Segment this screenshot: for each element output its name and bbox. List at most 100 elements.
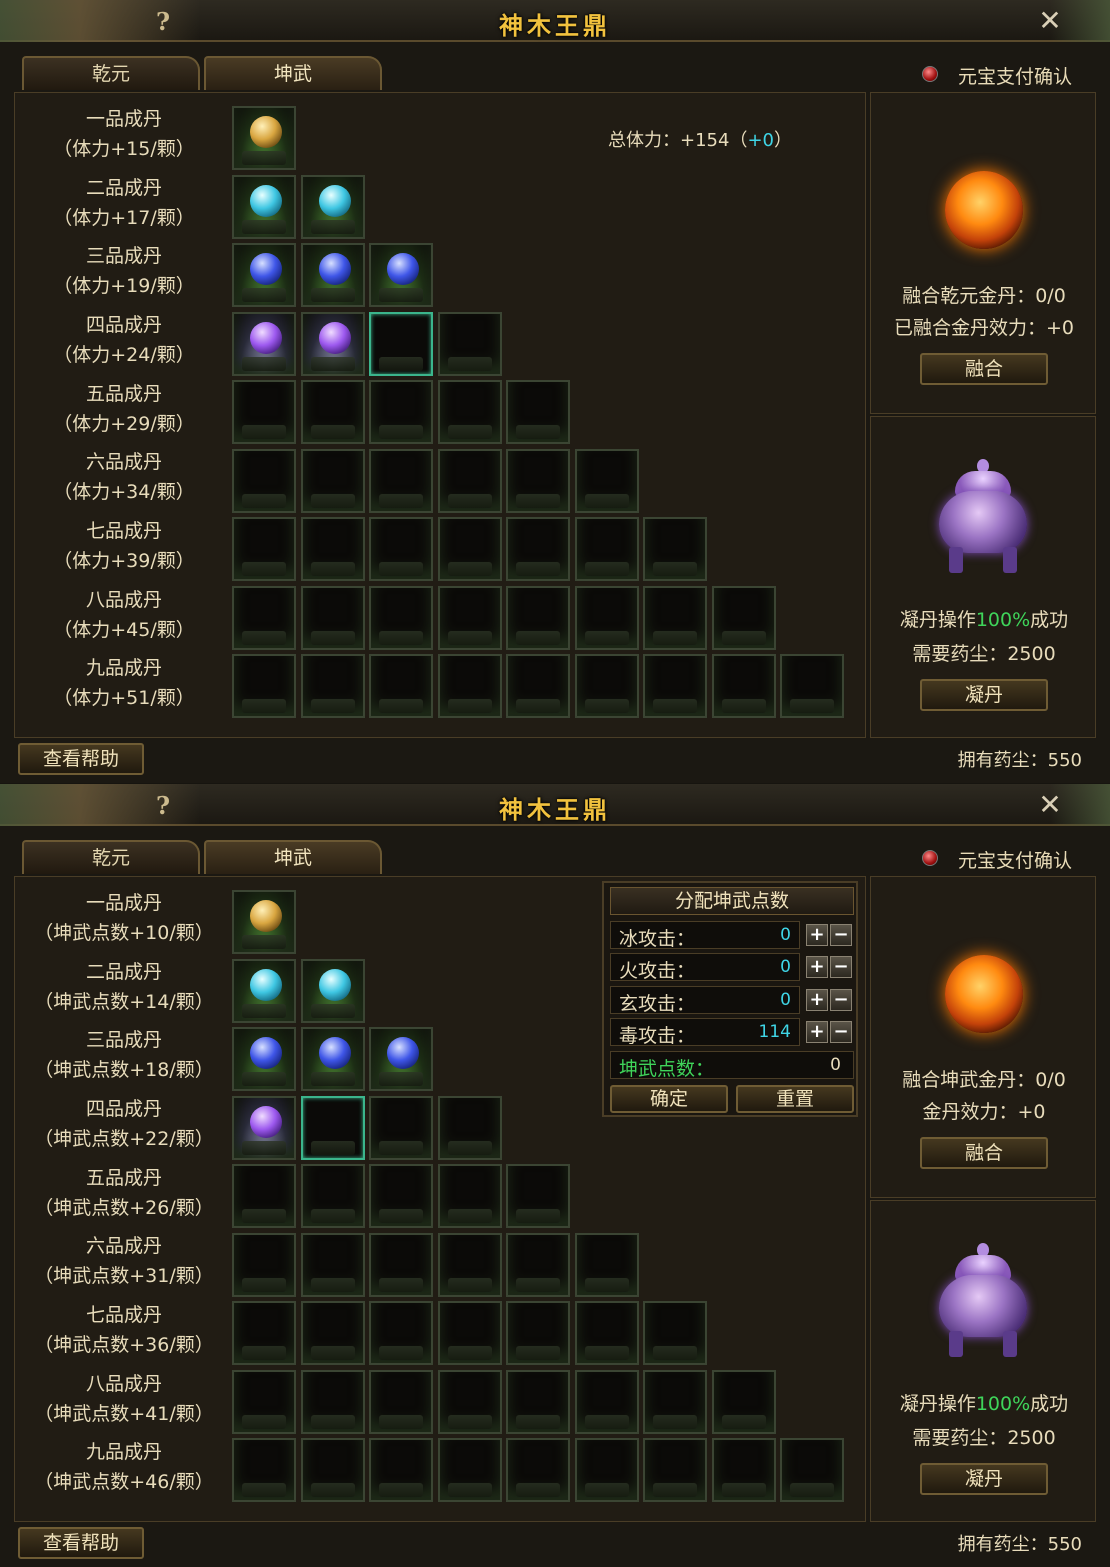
pill-slot[interactable]	[300, 654, 365, 718]
pill-slot[interactable]	[506, 1301, 570, 1365]
pill-slot[interactable]	[300, 585, 365, 650]
pill-slot[interactable]	[506, 1232, 570, 1297]
pill-slot[interactable]	[574, 1438, 639, 1502]
pill-slot[interactable]	[300, 243, 365, 307]
pill-slot[interactable]	[232, 1369, 296, 1434]
pill-slot[interactable]	[232, 958, 296, 1023]
pill-slot[interactable]	[437, 517, 502, 581]
pill-slot[interactable]	[300, 380, 365, 444]
pill-slot[interactable]	[300, 1438, 365, 1502]
pay-confirm-label[interactable]: 元宝支付确认	[958, 62, 1072, 89]
pill-slot[interactable]	[506, 380, 570, 444]
view-help-button[interactable]: 查看帮助	[18, 743, 144, 775]
minus-button[interactable]: −	[830, 924, 852, 946]
pill-slot[interactable]	[369, 1095, 433, 1160]
fuse-button[interactable]: 融合	[920, 1137, 1048, 1169]
tab-qianyuan[interactable]: 乾元	[22, 56, 200, 90]
close-icon[interactable]: ✕	[1034, 6, 1066, 38]
pill-slot[interactable]	[232, 585, 296, 650]
condense-button[interactable]: 凝丹	[920, 1463, 1048, 1495]
pill-slot[interactable]	[369, 1438, 433, 1502]
pill-slot[interactable]	[369, 380, 433, 444]
pill-slot[interactable]	[437, 1095, 502, 1160]
pill-slot[interactable]	[506, 448, 570, 513]
pill-slot[interactable]	[232, 654, 296, 718]
minus-button[interactable]: −	[830, 989, 852, 1011]
pill-slot[interactable]	[643, 585, 707, 650]
pill-slot[interactable]	[574, 517, 639, 581]
pill-slot[interactable]	[437, 585, 502, 650]
pill-slot[interactable]	[437, 1301, 502, 1365]
pill-slot[interactable]	[369, 311, 433, 376]
pill-slot[interactable]	[300, 958, 365, 1023]
pill-slot[interactable]	[300, 1369, 365, 1434]
pill-slot[interactable]	[711, 654, 776, 718]
pill-slot[interactable]	[437, 654, 502, 718]
pay-confirm-radio-icon[interactable]	[922, 66, 938, 82]
pill-slot[interactable]	[300, 1232, 365, 1297]
pill-slot[interactable]	[300, 448, 365, 513]
pill-slot[interactable]	[232, 448, 296, 513]
plus-button[interactable]: +	[806, 989, 828, 1011]
tab-kunwu[interactable]: 坤武	[204, 840, 382, 874]
pill-slot[interactable]	[506, 517, 570, 581]
tab-kunwu[interactable]: 坤武	[204, 56, 382, 90]
pill-slot[interactable]	[574, 1301, 639, 1365]
pill-slot[interactable]	[232, 1438, 296, 1502]
pill-slot[interactable]	[369, 1027, 433, 1091]
plus-button[interactable]: +	[806, 924, 828, 946]
pill-slot[interactable]	[369, 1369, 433, 1434]
pill-slot[interactable]	[437, 380, 502, 444]
pill-slot[interactable]	[506, 1164, 570, 1228]
pill-slot[interactable]	[232, 243, 296, 307]
pill-slot[interactable]	[437, 448, 502, 513]
pill-slot[interactable]	[369, 1232, 433, 1297]
pill-slot[interactable]	[643, 517, 707, 581]
close-icon[interactable]: ✕	[1034, 790, 1066, 822]
pill-slot[interactable]	[437, 1164, 502, 1228]
pill-slot[interactable]	[506, 1438, 570, 1502]
pill-slot[interactable]	[369, 448, 433, 513]
pill-slot[interactable]	[506, 1369, 570, 1434]
pill-slot[interactable]	[506, 585, 570, 650]
pill-slot[interactable]	[369, 1301, 433, 1365]
pay-confirm-radio-icon[interactable]	[922, 850, 938, 866]
tab-qianyuan[interactable]: 乾元	[22, 840, 200, 874]
minus-button[interactable]: −	[830, 1021, 852, 1043]
pill-slot[interactable]	[300, 174, 365, 239]
pay-confirm-label[interactable]: 元宝支付确认	[958, 846, 1072, 873]
pill-slot[interactable]	[780, 1438, 844, 1502]
pill-slot[interactable]	[300, 517, 365, 581]
plus-button[interactable]: +	[806, 956, 828, 978]
pill-slot[interactable]	[574, 1232, 639, 1297]
pill-slot[interactable]	[232, 1164, 296, 1228]
condense-button[interactable]: 凝丹	[920, 679, 1048, 711]
pill-slot[interactable]	[437, 1369, 502, 1434]
pill-slot[interactable]	[437, 311, 502, 376]
confirm-button[interactable]: 确定	[610, 1085, 728, 1113]
pill-slot[interactable]	[300, 1301, 365, 1365]
pill-slot[interactable]	[300, 1027, 365, 1091]
reset-button[interactable]: 重置	[736, 1085, 854, 1113]
pill-slot[interactable]	[232, 517, 296, 581]
pill-slot[interactable]	[574, 448, 639, 513]
pill-slot[interactable]	[232, 174, 296, 239]
view-help-button[interactable]: 查看帮助	[18, 1527, 144, 1559]
pill-slot[interactable]	[300, 1164, 365, 1228]
pill-slot[interactable]	[232, 1027, 296, 1091]
pill-slot[interactable]	[711, 1369, 776, 1434]
pill-slot[interactable]	[780, 654, 844, 718]
pill-slot[interactable]	[369, 654, 433, 718]
pill-slot[interactable]	[643, 1301, 707, 1365]
minus-button[interactable]: −	[830, 956, 852, 978]
pill-slot[interactable]	[369, 517, 433, 581]
pill-slot[interactable]	[643, 654, 707, 718]
pill-slot[interactable]	[232, 1301, 296, 1365]
pill-slot[interactable]	[437, 1232, 502, 1297]
pill-slot[interactable]	[232, 380, 296, 444]
pill-slot[interactable]	[711, 1438, 776, 1502]
pill-slot[interactable]	[300, 1095, 365, 1160]
fuse-button[interactable]: 融合	[920, 353, 1048, 385]
pill-slot[interactable]	[506, 654, 570, 718]
pill-slot[interactable]	[369, 1164, 433, 1228]
